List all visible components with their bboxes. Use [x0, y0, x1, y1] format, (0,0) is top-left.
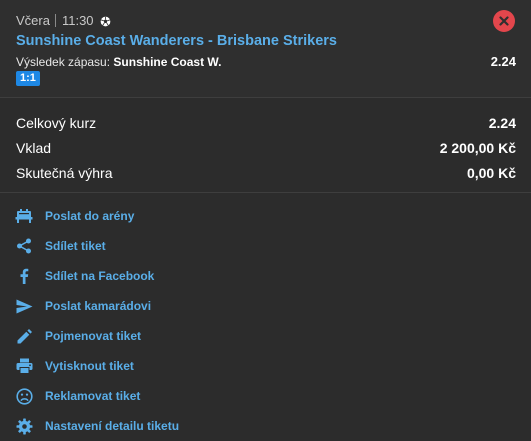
share-icon — [14, 236, 34, 256]
send-to-arena-button[interactable]: Poslat do arény — [0, 201, 531, 231]
send-to-arena-label: Poslat do arény — [45, 209, 135, 223]
ticket-summary: Celkový kurz 2.24 Vklad 2 200,00 Kč Skut… — [0, 98, 531, 193]
stake-row: Vklad 2 200,00 Kč — [16, 137, 516, 159]
actual-win-row: Skutečná výhra 0,00 Kč — [16, 162, 516, 184]
print-ticket-button[interactable]: Vytisknout tiket — [0, 351, 531, 381]
share-facebook-label: Sdílet na Facebook — [45, 269, 155, 283]
facebook-icon — [14, 266, 34, 286]
match-time: 11:30 — [61, 12, 94, 28]
selection-name: Sunshine Coast W. — [113, 55, 222, 69]
match-section: Včera 11:30 Sunshine Coast Wanderers - B… — [0, 0, 531, 98]
pencil-icon — [14, 326, 34, 346]
send-to-friend-button[interactable]: Poslat kamarádovi — [0, 291, 531, 321]
share-ticket-button[interactable]: Sdílet tiket — [0, 231, 531, 261]
selection-odd: 2.24 — [490, 54, 516, 69]
send-icon — [14, 296, 34, 316]
bet-ticket: Včera 11:30 Sunshine Coast Wanderers - B… — [0, 0, 531, 441]
match-title-link[interactable]: Sunshine Coast Wanderers - Brisbane Stri… — [16, 33, 337, 49]
share-facebook-button[interactable]: Sdílet na Facebook — [0, 261, 531, 291]
market-line: Výsledek zápasu: Sunshine Coast W. — [16, 55, 221, 69]
market-label: Výsledek zápasu: — [16, 55, 111, 69]
total-odds-row: Celkový kurz 2.24 — [16, 112, 516, 134]
total-odds-value: 2.24 — [488, 115, 516, 131]
actual-win-value: 0,00 Kč — [466, 165, 516, 181]
name-ticket-label: Pojmenovat tiket — [45, 329, 142, 343]
printer-icon — [14, 356, 34, 376]
close-icon — [499, 16, 509, 26]
arena-icon — [14, 206, 34, 226]
print-ticket-label: Vytisknout tiket — [45, 359, 134, 373]
send-to-friend-label: Poslat kamarádovi — [45, 299, 152, 313]
sad-face-icon — [14, 386, 34, 406]
remove-ticket-button[interactable] — [493, 10, 515, 32]
soccer-ball-icon — [100, 15, 111, 26]
match-meta: Včera 11:30 — [16, 12, 111, 28]
total-odds-label: Celkový kurz — [16, 115, 97, 131]
claim-ticket-label: Reklamovat tiket — [45, 389, 141, 403]
name-ticket-button[interactable]: Pojmenovat tiket — [0, 321, 531, 351]
gear-icon — [14, 416, 34, 436]
ticket-detail-settings-button[interactable]: Nastavení detailu tiketu — [0, 411, 531, 441]
score-badge: 1:1 — [16, 71, 40, 86]
share-ticket-label: Sdílet tiket — [45, 239, 106, 253]
ticket-detail-settings-label: Nastavení detailu tiketu — [45, 419, 180, 433]
stake-value: 2 200,00 Kč — [439, 140, 516, 156]
match-day: Včera — [16, 12, 50, 28]
actual-win-label: Skutečná výhra — [16, 165, 113, 181]
divider — [54, 13, 56, 27]
claim-ticket-button[interactable]: Reklamovat tiket — [0, 381, 531, 411]
stake-label: Vklad — [16, 140, 52, 156]
ticket-actions: Poslat do arény Sdílet tiket Sdílet na F… — [0, 193, 531, 441]
